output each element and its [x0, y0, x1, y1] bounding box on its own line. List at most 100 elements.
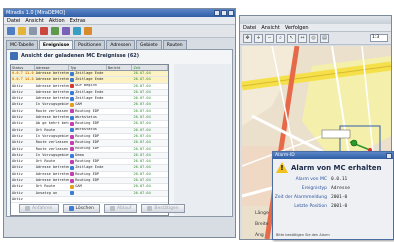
column-header-status[interactable]: Status [11, 65, 35, 70]
alarm-window-title: Alarm-ID [275, 153, 295, 158]
report-cell [107, 191, 133, 196]
main-titlebar[interactable]: Miradis 1.0 [MiraDEMO] [4, 9, 235, 17]
report-cell [107, 109, 133, 114]
report-cell [107, 140, 133, 145]
menu-aktion[interactable]: Aktion [49, 17, 65, 24]
save-icon[interactable] [29, 27, 37, 35]
column-header-report[interactable]: Bericht [107, 65, 133, 70]
type-cell: Routing EDP [69, 172, 107, 177]
refresh-icon[interactable] [51, 27, 59, 35]
type-cell: Routing EDP [69, 121, 107, 127]
main-tabs: MC-Tabelle Ereignisse Positionen Adresse… [4, 38, 235, 49]
event-type-icon [70, 71, 75, 76]
alarm-field-label: Ereignistyp [301, 186, 327, 191]
type-text: Zeitlage Ende [75, 71, 104, 75]
column-header-type[interactable]: Typ [69, 65, 107, 70]
menu-ansicht[interactable]: Ansicht [25, 17, 43, 24]
report-cell [107, 153, 133, 158]
settings-icon[interactable] [84, 27, 92, 35]
address-cell: Route verlassen [35, 140, 69, 145]
type-text: GAM [75, 184, 82, 189]
zoom-in-icon[interactable]: + [254, 33, 263, 43]
map-menu-datei[interactable]: Datei [243, 24, 256, 31]
column-header-time[interactable]: Zeit [132, 65, 168, 70]
status-cell: Aktiv [12, 96, 23, 101]
report-cell [107, 134, 133, 139]
bestaetigen-button[interactable]: Bestätigen [141, 204, 185, 213]
menu-datei[interactable]: Datei [7, 17, 20, 24]
ang-label: Ang [255, 233, 264, 238]
report-cell [107, 147, 133, 152]
tab-routen[interactable]: Routen [162, 40, 187, 49]
address-cell: Ort Route [35, 159, 56, 164]
time-cell: 26.07.04 [133, 89, 151, 94]
center-icon[interactable]: ◎ [309, 33, 318, 43]
alarm-dialog: Alarm-ID ! Alarm von MC erhalten Alarm v… [272, 151, 394, 240]
address-cell: Ab ge kehrt betr. [35, 121, 70, 126]
print-icon[interactable] [73, 27, 81, 35]
event-type-icon [70, 191, 75, 196]
pan-icon[interactable]: ✥ [243, 33, 252, 43]
event-type-icon [70, 178, 75, 183]
time-cell: 26.07.04 [133, 83, 151, 88]
zoom-out-icon[interactable]: − [265, 33, 274, 43]
alarm-field-value: 2001-0 [331, 195, 348, 200]
status-cell: Aktiv [12, 127, 23, 132]
panel-header: Ansicht der geladenen MC Ereignisse (62) [7, 50, 232, 62]
alarm-close-icon[interactable] [386, 153, 392, 159]
column-header-address[interactable]: Adresse [35, 65, 70, 70]
address-cell: In Vorzugsgebiet [35, 152, 70, 157]
open-folder-icon[interactable] [18, 27, 26, 35]
table-row[interactable]: Aktiv [11, 197, 168, 204]
status-cell: Aktiv [12, 152, 23, 157]
event-type-icon [70, 134, 75, 139]
time-cell [132, 197, 168, 202]
event-type-icon [70, 159, 75, 164]
status-cell: Aktiv [12, 171, 23, 176]
close-icon[interactable] [228, 10, 234, 16]
panel-title: Ansicht der geladenen MC Ereignisse (62) [21, 53, 140, 59]
delete-icon[interactable] [40, 27, 48, 35]
alarm-title: Alarm von MC erhalten [291, 163, 382, 172]
bestaetigen-label: Bestätigen [154, 206, 179, 211]
event-type-icon [70, 109, 75, 114]
status-cell: Aktiv [12, 165, 23, 170]
maximize-icon[interactable] [221, 10, 227, 16]
tab-positionen[interactable]: Positionen [74, 40, 106, 49]
alarm-fields: Alarm von MC 0.0.11 Ereignistyp Adresse Zeit… [273, 175, 393, 211]
type-cell: Zeitlage Ende [69, 77, 107, 82]
alarm-field-value: 2001-0 [331, 204, 348, 209]
type-text: Routing EDP [75, 121, 100, 126]
zoom-select[interactable]: 1:3 [370, 34, 388, 42]
tab-mc-tabelle[interactable]: MC-Tabelle [6, 40, 38, 49]
menu-extras[interactable]: Extras [70, 17, 86, 24]
anfahren-button[interactable]: Anfahren [19, 204, 59, 213]
loeschen-button[interactable]: Löschen [62, 204, 100, 213]
select-icon[interactable]: ↖ [287, 33, 296, 43]
alarm-titlebar[interactable]: Alarm-ID [273, 152, 393, 159]
type-cell: GAM [69, 102, 107, 108]
map-menu-verfolgen[interactable]: Verfolgen [285, 24, 309, 31]
filter-icon[interactable] [62, 27, 70, 35]
tab-ereignisse[interactable]: Ereignisse [38, 40, 74, 49]
time-cell: 26.07.04 [133, 133, 151, 138]
type-cell: Routing EDP [69, 109, 107, 114]
map-titlebar[interactable] [240, 16, 391, 24]
new-icon[interactable] [7, 27, 15, 35]
minimize-icon[interactable] [214, 10, 220, 16]
ablauf-button[interactable]: Ablauf [103, 204, 138, 213]
tab-adressen[interactable]: Adressen [106, 40, 136, 49]
address-cell: Adresse betreten [35, 71, 70, 75]
type-cell: Demo [69, 153, 107, 158]
main-menubar: Datei Ansicht Aktion Extras [4, 17, 235, 25]
alarm-field-label: Alarm von MC [295, 177, 327, 182]
address-cell: Route verlassen [35, 108, 69, 113]
map-menu-ansicht[interactable]: Ansicht [261, 24, 279, 31]
detail-area [174, 64, 231, 216]
tab-gebiete[interactable]: Gebiete [136, 40, 162, 49]
measure-icon[interactable]: ↔ [298, 33, 307, 43]
layers-icon[interactable]: ▤ [320, 33, 329, 43]
type-cell: Zeitlage Ende [69, 165, 107, 171]
zoom-box-icon[interactable]: ⌕ [276, 33, 285, 43]
type-text: Routing EDP [75, 159, 100, 163]
